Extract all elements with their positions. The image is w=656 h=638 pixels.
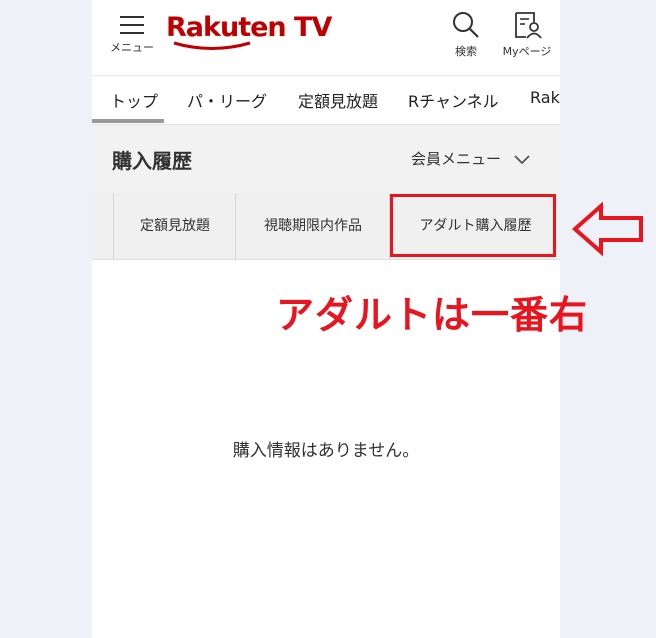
nav-item-pacific-league[interactable]: パ・リーグ bbox=[187, 88, 267, 112]
page-title: 購入履歴 bbox=[112, 149, 192, 173]
mypage-button[interactable]: Myページ bbox=[496, 10, 558, 59]
nav-item-subscription[interactable]: 定額見放題 bbox=[298, 88, 378, 112]
search-button[interactable]: 検索 bbox=[448, 10, 484, 59]
search-label: 検索 bbox=[455, 45, 477, 58]
search-icon bbox=[453, 12, 479, 38]
nav-item-top[interactable]: トップ bbox=[110, 88, 158, 112]
member-menu-dropdown[interactable]: 会員メニュー bbox=[411, 148, 530, 169]
logo-text: Rakuten TV bbox=[166, 12, 332, 43]
chevron-down-icon bbox=[514, 154, 530, 164]
hamburger-icon bbox=[120, 16, 144, 34]
member-menu-label: 会員メニュー bbox=[411, 150, 502, 168]
header: メニュー Rakuten TV 検索 Myページ bbox=[92, 0, 560, 76]
tab-subscription[interactable]: 定額見放題 bbox=[113, 193, 236, 259]
left-arrow-annotation-icon bbox=[571, 201, 643, 257]
user-document-icon bbox=[515, 12, 542, 39]
main-nav: トップ パ・リーグ 定額見放題 Rチャンネル Raku bbox=[92, 75, 560, 125]
mypage-label: Myページ bbox=[502, 45, 552, 58]
nav-item-rakuten[interactable]: Raku bbox=[530, 88, 560, 107]
annotation-text: アダルトは一番右 bbox=[276, 293, 589, 337]
empty-message: 購入情報はありません。 bbox=[232, 441, 420, 461]
menu-button[interactable]: メニュー bbox=[106, 12, 158, 62]
title-bar: 購入履歴 会員メニュー bbox=[92, 125, 560, 193]
logo-swoosh bbox=[173, 41, 251, 50]
annotation-highlight-box bbox=[390, 194, 556, 257]
tab-within-viewing-period[interactable]: 視聴期限内作品 bbox=[235, 193, 390, 259]
nav-active-indicator bbox=[92, 119, 164, 123]
nav-item-r-channel[interactable]: Rチャンネル bbox=[408, 88, 499, 112]
menu-label: メニュー bbox=[110, 41, 154, 54]
